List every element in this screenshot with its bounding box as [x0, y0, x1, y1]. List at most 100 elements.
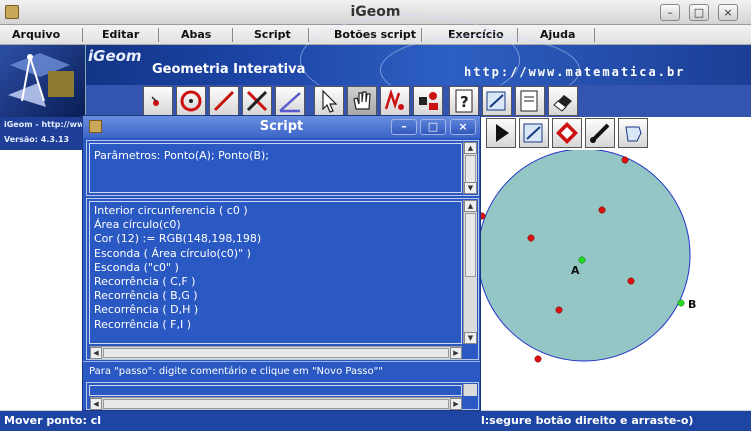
dialog-minimize-button[interactable]: –: [391, 119, 417, 135]
script-line: Esconda ("c0" ): [94, 260, 179, 274]
info-strip: iGeom - http://ww Versão: 4.3.13: [0, 117, 86, 150]
comment-input[interactable]: [89, 385, 462, 396]
brush-icon: [590, 123, 610, 143]
edit-icon: [384, 88, 404, 110]
parameters-scrollbar[interactable]: ▲ ▼: [463, 142, 477, 194]
script-hscrollbar[interactable]: ◀ ▶: [90, 346, 462, 359]
script-toolbar: [481, 117, 751, 150]
minimize-button[interactable]: –: [660, 4, 680, 21]
scroll-up-icon[interactable]: ▲: [464, 200, 477, 212]
parameters-text-box[interactable]: Parâmetros: Ponto(A); Ponto(B);: [89, 143, 462, 193]
menu-script[interactable]: Script: [254, 28, 291, 41]
status-bar: Mover ponto: cl l:segure botão direito e…: [0, 410, 751, 431]
point-e[interactable]: [527, 234, 535, 242]
script-line: Recorrência ( D,H ): [94, 303, 199, 317]
comment-hscrollbar[interactable]: ◀ ▶: [90, 397, 462, 410]
label-b: B: [688, 298, 696, 311]
script-line: Recorrência ( B,G ): [94, 289, 198, 303]
pointer-icon: [322, 89, 338, 113]
header-banner: iGeom Geometria Interativa http://www.ma…: [0, 15, 751, 105]
intersection-icon: [246, 90, 268, 112]
point-icon: [151, 96, 159, 106]
angle-tool[interactable]: [275, 86, 305, 116]
point-a[interactable]: [578, 256, 586, 264]
help-tool[interactable]: ?: [449, 86, 479, 116]
menu-editar[interactable]: Editar: [102, 28, 139, 41]
edit-tool[interactable]: [380, 86, 410, 116]
segment-tool[interactable]: [209, 86, 239, 116]
script-run-icon: [520, 90, 538, 112]
eraser-tool[interactable]: [548, 86, 578, 116]
eraser-icon: [553, 95, 572, 112]
properties-tool[interactable]: [413, 86, 443, 116]
parameters-text: Parâmetros: Ponto(A); Ponto(B);: [94, 149, 270, 162]
play-script-tool[interactable]: [486, 118, 516, 148]
menu-arquivo[interactable]: Arquivo: [12, 28, 60, 41]
comment-input-area[interactable]: ◀ ▶: [86, 382, 479, 410]
scroll-down-icon[interactable]: ▼: [464, 332, 477, 344]
scroll-thumb[interactable]: [465, 213, 476, 277]
close-button[interactable]: ×: [718, 4, 738, 21]
segment-icon: [213, 90, 235, 112]
hand-script-tool[interactable]: [618, 118, 648, 148]
dialog-maximize-button[interactable]: □: [420, 119, 446, 135]
hand-script-icon: [625, 126, 642, 142]
point-c[interactable]: [621, 156, 629, 164]
point-g[interactable]: [555, 306, 563, 314]
script-tool[interactable]: [482, 86, 512, 116]
dialog-divider: [83, 361, 480, 362]
script-dialog: Script – □ × Parâmetros: Ponto(A); Ponto…: [82, 115, 481, 411]
scroll-up-icon[interactable]: ▲: [464, 142, 477, 154]
script-body-area[interactable]: Interior circunferencia ( c0 ) Área círc…: [86, 198, 479, 360]
brand-subtitle: Geometria Interativa: [152, 62, 306, 77]
site-label: iGeom - http://ww: [4, 120, 85, 129]
point-b[interactable]: [677, 299, 685, 307]
scroll-right-icon[interactable]: ▶: [450, 398, 462, 410]
recurrence-icon: [556, 122, 578, 144]
maximize-button[interactable]: □: [689, 4, 709, 21]
menu-abas[interactable]: Abas: [181, 28, 211, 41]
script-line: Cor (12) := RGB(148,198,198): [94, 232, 262, 246]
script-vscrollbar[interactable]: ▲ ▼: [463, 200, 477, 344]
scroll-thumb[interactable]: [103, 399, 449, 409]
status-left: Mover ponto: cl: [4, 414, 101, 427]
dialog-close-button[interactable]: ×: [450, 119, 476, 135]
comment-vscrollbar[interactable]: [463, 384, 477, 396]
point-tool[interactable]: [143, 86, 173, 116]
script-step-icon: [523, 123, 543, 143]
scroll-down-icon[interactable]: ▼: [464, 182, 477, 194]
hand-tool[interactable]: [347, 86, 377, 116]
scroll-thumb[interactable]: [103, 348, 449, 358]
script-run-tool[interactable]: [515, 86, 545, 116]
svg-text:?: ?: [460, 93, 469, 111]
menu-ajuda[interactable]: Ajuda: [540, 28, 575, 41]
scroll-left-icon[interactable]: ◀: [90, 347, 102, 359]
help-icon: ?: [455, 89, 473, 113]
point-h[interactable]: [534, 355, 542, 363]
script-line: Recorrência ( C,F ): [94, 274, 196, 288]
script-dialog-titlebar[interactable]: Script – □ ×: [83, 116, 480, 138]
brand-name: iGeom: [88, 47, 142, 65]
intersection-tool[interactable]: [242, 86, 272, 116]
menu-separator: [594, 28, 595, 42]
recurrence-tool[interactable]: [552, 118, 582, 148]
scroll-right-icon[interactable]: ▶: [450, 347, 462, 359]
brush-tool[interactable]: [585, 118, 615, 148]
angle-icon: [279, 92, 301, 113]
script-step-tool[interactable]: [519, 118, 549, 148]
circle-tool[interactable]: [176, 86, 206, 116]
point-d[interactable]: [598, 206, 606, 214]
point-f[interactable]: [627, 277, 635, 285]
pointer-tool[interactable]: [314, 86, 344, 116]
script-line: Recorrência ( F,I ): [94, 317, 192, 331]
scroll-left-icon[interactable]: ◀: [90, 398, 102, 410]
igeom-logo: [0, 45, 86, 117]
parameters-area[interactable]: Parâmetros: Ponto(A); Ponto(B); ▲ ▼: [86, 140, 479, 196]
menu-separator: [308, 28, 309, 42]
website-url[interactable]: http://www.matematica.br: [464, 65, 685, 79]
circle-c0[interactable]: [477, 150, 691, 362]
new-step-hint: Para "passo": digite comentário e clique…: [89, 366, 383, 377]
script-text-box[interactable]: Interior circunferencia ( c0 ) Área círc…: [89, 201, 462, 344]
scroll-thumb[interactable]: [465, 155, 476, 183]
compass-logo-icon: [8, 53, 74, 107]
